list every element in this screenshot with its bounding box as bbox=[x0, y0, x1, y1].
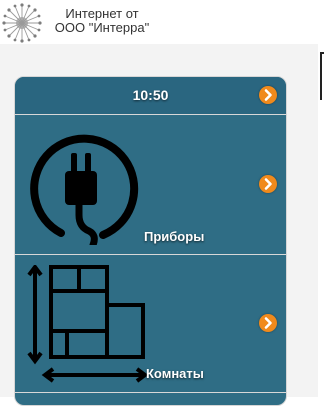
side-panel-edge bbox=[320, 52, 324, 100]
menu-panel: 10:50 Приборы Комнаты bbox=[14, 76, 287, 406]
time-row[interactable]: 10:50 bbox=[15, 77, 286, 115]
time-arrow-button[interactable] bbox=[259, 86, 277, 104]
menu-item-next-partial[interactable] bbox=[15, 393, 286, 405]
devices-arrow-button[interactable] bbox=[259, 175, 277, 193]
menu-item-rooms-label: Комнаты bbox=[146, 366, 204, 381]
header-title-line2: ООО "Интерра" bbox=[54, 20, 150, 35]
power-plug-icon bbox=[30, 134, 139, 245]
dandelion-logo-icon bbox=[2, 3, 42, 43]
chevron-right-icon bbox=[264, 89, 272, 101]
chevron-right-icon bbox=[264, 317, 272, 329]
rooms-arrow-button[interactable] bbox=[259, 314, 277, 332]
chevron-right-icon bbox=[264, 178, 272, 190]
header-title-line1: Интернет от bbox=[65, 6, 139, 21]
menu-item-devices[interactable]: Приборы bbox=[15, 115, 286, 255]
menu-item-rooms[interactable]: Комнаты bbox=[15, 255, 286, 393]
clock-time: 10:50 bbox=[132, 87, 169, 103]
menu-item-devices-label: Приборы bbox=[144, 229, 205, 244]
header: Интернет от ООО "Интерра" bbox=[0, 0, 325, 44]
header-title: Интернет от ООО "Интерра" bbox=[44, 7, 160, 35]
